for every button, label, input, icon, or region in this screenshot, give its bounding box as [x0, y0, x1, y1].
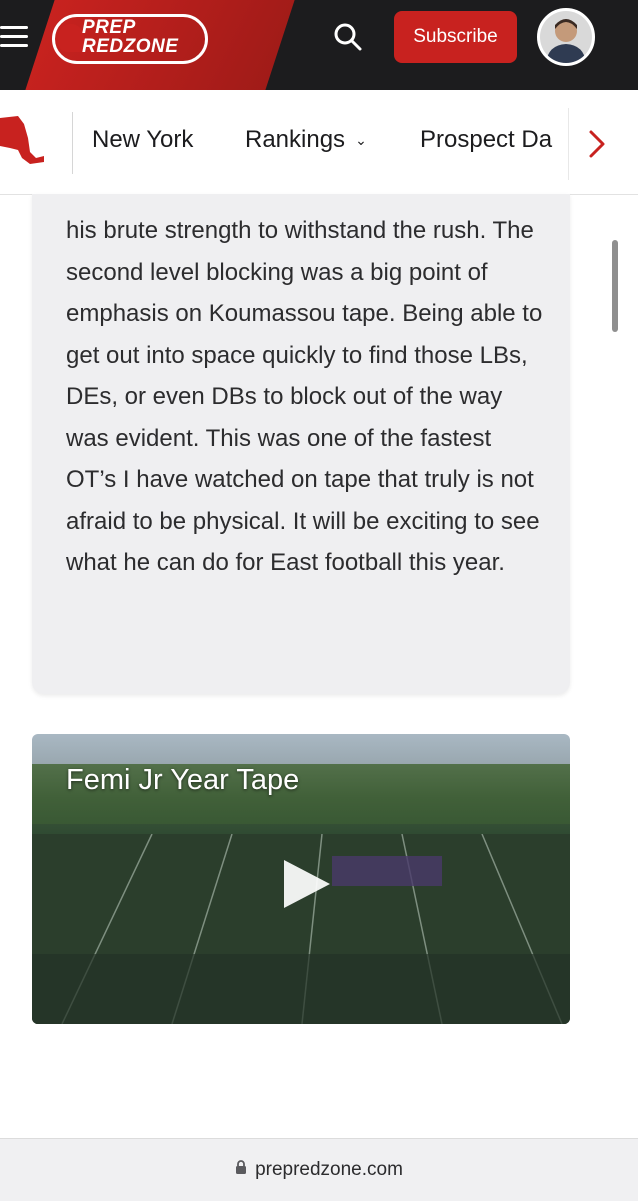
- play-icon[interactable]: [278, 856, 334, 912]
- new-york-state-icon[interactable]: [0, 112, 44, 164]
- nav-item-label: Rankings: [245, 126, 346, 153]
- site-logo[interactable]: PREP REDZONE: [52, 14, 208, 64]
- browser-url-bar[interactable]: prepredzone.com: [0, 1138, 638, 1201]
- nav-item-rankings[interactable]: Rankings ⌄: [245, 126, 367, 154]
- article-paragraph: his brute strength to withstand the rush…: [66, 217, 543, 576]
- logo-text: PREP REDZONE: [82, 17, 179, 57]
- lock-icon: [235, 1159, 247, 1181]
- page-spacer: [0, 1024, 638, 1138]
- search-icon[interactable]: [333, 22, 363, 52]
- avatar[interactable]: [537, 8, 595, 66]
- subscribe-button[interactable]: Subscribe: [394, 11, 517, 63]
- scrollbar[interactable]: [612, 240, 618, 332]
- chevron-down-icon: ⌄: [355, 132, 367, 149]
- site-header: PREP REDZONE Subscribe: [0, 0, 638, 90]
- nav-scroll-right-button[interactable]: [568, 108, 625, 180]
- url-text: prepredzone.com: [255, 1159, 403, 1180]
- nav-item-new-york[interactable]: New York: [92, 126, 193, 154]
- menu-icon[interactable]: [0, 22, 30, 52]
- nav-divider: [72, 112, 73, 174]
- helmet-icon: [58, 24, 84, 52]
- nav-item-prospect-database[interactable]: Prospect Da: [420, 126, 568, 154]
- video-player[interactable]: Femi Jr Year Tape: [32, 734, 570, 1024]
- video-title: Femi Jr Year Tape: [66, 764, 300, 796]
